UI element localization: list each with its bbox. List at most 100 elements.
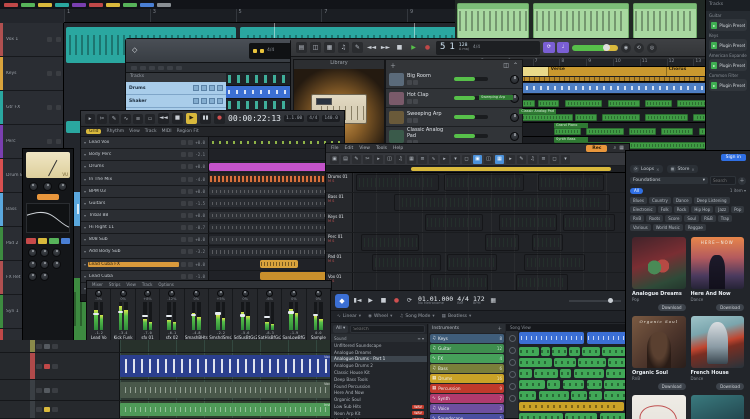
track-header[interactable]: Vox 1 [0,23,63,57]
track-button[interactable] [44,407,50,412]
track-row[interactable]: Perc 01 M S [326,233,629,253]
volume-readout[interactable]: -1.5 [195,201,205,206]
toolbar-button[interactable] [149,65,155,70]
instrument-row[interactable]: ▦ Percussion 9 [430,384,504,393]
pack-cover-art[interactable]: HERE—NOW [690,237,744,289]
volume-readout[interactable]: -1.0 [195,274,205,279]
edit-tool-button[interactable]: ✂ [97,113,107,124]
mode-dropdown[interactable]: ♫ Song Mode ▾ [399,314,434,319]
track-header[interactable]: Perc 01 M S [326,233,353,252]
chevron-down-icon[interactable]: ▾ [84,249,86,254]
audio-clip[interactable] [633,3,697,39]
instrument-row[interactable]: ∿ Soundscape 5 [430,414,504,419]
download-button[interactable]: Download [657,304,686,311]
audio-clip[interactable] [209,223,344,232]
plugin-knob[interactable] [43,182,53,191]
toolbar-icon[interactable]: ◫ [310,42,321,53]
loop-range-bar[interactable] [326,166,629,173]
track-button[interactable] [36,343,42,349]
snap-toggle[interactable]: Grid [86,129,102,134]
tempo-field[interactable]: 140.0 [322,115,340,122]
sign-in-button[interactable]: Sign in [720,153,746,161]
track-header[interactable]: Gtr FX [0,91,63,125]
chevron-down-icon[interactable]: ▾ [84,201,86,206]
audio-clip[interactable] [372,254,442,271]
track-cell[interactable] [217,98,223,104]
fader-section[interactable] [93,302,104,330]
midi-clip[interactable] [519,114,573,121]
solo-button[interactable] [56,37,61,42]
audio-clip[interactable] [209,235,344,244]
time-signature-field[interactable]: 4/4 [307,115,320,122]
menu-item[interactable]: View [126,282,136,287]
volume-readout[interactable]: +0.0 [195,213,205,218]
track-name[interactable]: 808 Sub [88,237,179,242]
pack-cover-art[interactable] [632,395,686,419]
toolbar-icon[interactable]: ◻ [462,154,471,164]
clip[interactable] [588,391,602,400]
strip-knob[interactable] [40,272,49,281]
midi-clip[interactable] [645,114,689,121]
chevron-down-icon[interactable]: ▾ [84,177,86,182]
browser-item[interactable]: Organic Soul [331,396,427,403]
genre-chip[interactable]: R&B [701,215,716,222]
pack-cover-art[interactable] [690,316,744,368]
volume-slider[interactable] [454,134,488,138]
mute-button[interactable] [181,164,187,170]
category-dropdown[interactable]: Foundations ▾ [630,177,708,184]
add-instrument-button[interactable]: ＋ [498,326,503,332]
genre-chip[interactable]: Jazz [715,206,730,213]
track-name[interactable]: In The Mix [88,177,179,182]
genre-chip[interactable]: Trap [717,215,733,222]
track-name[interactable]: Lead Cuba [88,274,179,279]
toolbar-icon[interactable]: ♫ [396,154,405,164]
search-input[interactable] [350,325,425,333]
audio-clip[interactable] [361,234,420,251]
pan-knob[interactable] [95,290,103,297]
browser-item[interactable]: Deep Bass Tools [331,376,427,383]
track-header[interactable] [0,380,120,400]
browser-item[interactable]: Analogue Drums 2 [331,362,427,369]
mode-toggle[interactable]: ♩ [557,42,569,53]
genre-chip[interactable]: Electronic [630,206,656,213]
audio-clip[interactable] [515,274,569,291]
track-row[interactable]: ▾ Drums +0.0 [81,161,344,174]
toolbar-icon[interactable]: ⟲ [634,42,644,53]
solo-button[interactable] [188,176,194,182]
track-button[interactable] [52,343,58,349]
pack-cover-art[interactable] [632,237,686,289]
track-row[interactable]: ▾ Guitars -1.5 [81,197,344,210]
browser-item[interactable]: Analogue Dreams [331,349,427,356]
close-icon[interactable]: × [656,167,659,172]
vu-meter-plugin[interactable]: VU [26,152,70,178]
genre-chip[interactable]: Hip Hop [691,206,714,213]
mute-button[interactable] [407,99,412,104]
track-header[interactable] [0,340,120,352]
solo-button[interactable] [188,164,194,170]
pack-card[interactable]: HERE—NOW Here And Now Dance Download [690,237,744,311]
pack-card[interactable]: Organic Soul Organic Soul RnB Download [632,316,686,390]
store-tab[interactable]: ▦ Store × [666,165,698,173]
volume-slider[interactable] [454,115,488,119]
menubar-icon[interactable]: ⌕ [613,145,616,151]
mode-toggle[interactable]: ⟳ [543,42,555,53]
track-row[interactable]: Keys 01 M S [326,213,629,233]
chevron-down-icon[interactable]: ▾ [84,262,86,267]
menu-item[interactable]: Tools [376,146,387,151]
pan-knob[interactable] [314,290,322,297]
pan-knob[interactable] [192,290,200,297]
audio-clip[interactable] [209,248,344,256]
solo-button[interactable] [188,225,194,231]
track-button[interactable] [44,387,50,393]
track-header[interactable]: Drums 01 M S [326,173,353,192]
midi-clip[interactable] [607,100,640,107]
clip[interactable] [564,413,598,419]
clip[interactable] [547,380,561,389]
toolbar-icon[interactable]: ∿ [429,154,438,164]
solo-button[interactable] [56,105,61,110]
forward-button[interactable]: ►► [380,42,391,53]
browser-item[interactable]: Analogue Drums - Part 1 [331,355,427,363]
strip-knob[interactable] [40,248,49,257]
patch-row[interactable]: Sweeping Arp [386,108,522,127]
record-button[interactable]: ● [392,297,401,304]
